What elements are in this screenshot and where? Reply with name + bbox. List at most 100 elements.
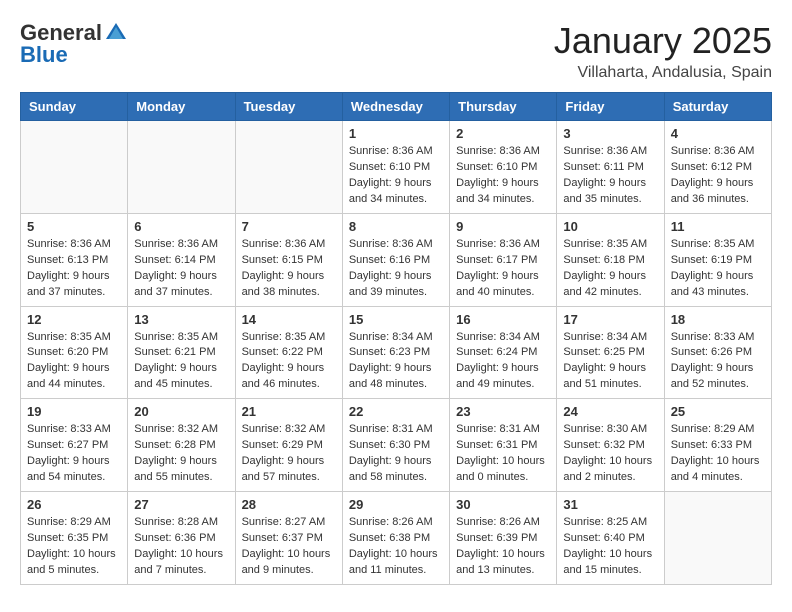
day-number: 28 (242, 497, 336, 512)
day-info: Sunrise: 8:28 AM Sunset: 6:36 PM Dayligh… (134, 515, 228, 579)
location: Villaharta, Andalusia, Spain (554, 64, 772, 82)
day-number: 11 (671, 219, 765, 234)
day-info: Sunrise: 8:30 AM Sunset: 6:32 PM Dayligh… (563, 422, 657, 486)
day-number: 22 (349, 404, 443, 419)
logo-icon (104, 21, 128, 45)
logo-blue-text: Blue (20, 42, 68, 68)
day-info: Sunrise: 8:36 AM Sunset: 6:10 PM Dayligh… (349, 144, 443, 208)
day-info: Sunrise: 8:33 AM Sunset: 6:27 PM Dayligh… (27, 422, 121, 486)
calendar-cell: 21 Sunrise: 8:32 AM Sunset: 6:29 PM Dayli… (235, 399, 342, 492)
calendar-cell: 24 Sunrise: 8:30 AM Sunset: 6:32 PM Dayli… (557, 399, 664, 492)
page-header: General Blue January 2025 Villaharta, An… (20, 20, 772, 82)
calendar-cell: 29Sunrise: 8:26 AM Sunset: 6:38 PM Dayli… (342, 492, 449, 585)
calendar-header-friday: Friday (557, 93, 664, 121)
calendar-cell: 9 Sunrise: 8:36 AM Sunset: 6:17 PM Daylig… (450, 213, 557, 306)
day-info: Sunrise: 8:29 AM Sunset: 6:33 PM Dayligh… (671, 422, 765, 486)
calendar-cell: 12 Sunrise: 8:35 AM Sunset: 6:20 PM Dayli… (21, 306, 128, 399)
day-info: Sunrise: 8:35 AM Sunset: 6:20 PM Dayligh… (27, 330, 121, 394)
day-info: Sunrise: 8:34 AM Sunset: 6:24 PM Dayligh… (456, 330, 550, 394)
day-info: Sunrise: 8:31 AM Sunset: 6:30 PM Dayligh… (349, 422, 443, 486)
calendar-cell: 14 Sunrise: 8:35 AM Sunset: 6:22 PM Dayli… (235, 306, 342, 399)
calendar-cell: 5 Sunrise: 8:36 AM Sunset: 6:13 PM Daylig… (21, 213, 128, 306)
day-info: Sunrise: 8:35 AM Sunset: 6:22 PM Dayligh… (242, 330, 336, 394)
day-info: Sunrise: 8:26 AM Sunset: 6:39 PM Dayligh… (456, 515, 550, 579)
day-number: 21 (242, 404, 336, 419)
day-info: Sunrise: 8:36 AM Sunset: 6:16 PM Dayligh… (349, 237, 443, 301)
day-number: 23 (456, 404, 550, 419)
calendar-cell: 18Sunrise: 8:33 AM Sunset: 6:26 PM Dayli… (664, 306, 771, 399)
day-number: 18 (671, 312, 765, 327)
day-number: 20 (134, 404, 228, 419)
calendar-cell: 6 Sunrise: 8:36 AM Sunset: 6:14 PM Daylig… (128, 213, 235, 306)
day-number: 19 (27, 404, 121, 419)
calendar-cell: 31Sunrise: 8:25 AM Sunset: 6:40 PM Dayli… (557, 492, 664, 585)
day-info: Sunrise: 8:27 AM Sunset: 6:37 PM Dayligh… (242, 515, 336, 579)
day-info: Sunrise: 8:35 AM Sunset: 6:19 PM Dayligh… (671, 237, 765, 301)
calendar-cell: 10 Sunrise: 8:35 AM Sunset: 6:18 PM Dayli… (557, 213, 664, 306)
day-info: Sunrise: 8:36 AM Sunset: 6:10 PM Dayligh… (456, 144, 550, 208)
week-row-1: 1 Sunrise: 8:36 AM Sunset: 6:10 PM Daylig… (21, 121, 772, 214)
day-number: 15 (349, 312, 443, 327)
calendar-cell: 2 Sunrise: 8:36 AM Sunset: 6:10 PM Daylig… (450, 121, 557, 214)
calendar-cell (235, 121, 342, 214)
calendar-cell: 7 Sunrise: 8:36 AM Sunset: 6:15 PM Daylig… (235, 213, 342, 306)
calendar-cell: 30 Sunrise: 8:26 AM Sunset: 6:39 PM Dayli… (450, 492, 557, 585)
calendar-cell: 11 Sunrise: 8:35 AM Sunset: 6:19 PM Dayli… (664, 213, 771, 306)
calendar-header-saturday: Saturday (664, 93, 771, 121)
day-number: 30 (456, 497, 550, 512)
day-number: 5 (27, 219, 121, 234)
day-info: Sunrise: 8:36 AM Sunset: 6:12 PM Dayligh… (671, 144, 765, 208)
calendar-cell: 20 Sunrise: 8:32 AM Sunset: 6:28 PM Dayli… (128, 399, 235, 492)
calendar-header-wednesday: Wednesday (342, 93, 449, 121)
calendar-cell (128, 121, 235, 214)
day-number: 10 (563, 219, 657, 234)
calendar-header-monday: Monday (128, 93, 235, 121)
day-info: Sunrise: 8:31 AM Sunset: 6:31 PM Dayligh… (456, 422, 550, 486)
day-number: 4 (671, 126, 765, 141)
calendar-cell (664, 492, 771, 585)
calendar-cell: 3 Sunrise: 8:36 AM Sunset: 6:11 PM Daylig… (557, 121, 664, 214)
calendar-cell: 23 Sunrise: 8:31 AM Sunset: 6:31 PM Dayli… (450, 399, 557, 492)
calendar-header-row: SundayMondayTuesdayWednesdayThursdayFrid… (21, 93, 772, 121)
day-number: 14 (242, 312, 336, 327)
calendar-cell: 16Sunrise: 8:34 AM Sunset: 6:24 PM Dayli… (450, 306, 557, 399)
day-number: 6 (134, 219, 228, 234)
day-info: Sunrise: 8:36 AM Sunset: 6:13 PM Dayligh… (27, 237, 121, 301)
calendar-cell: 22 Sunrise: 8:31 AM Sunset: 6:30 PM Dayli… (342, 399, 449, 492)
calendar-cell: 8 Sunrise: 8:36 AM Sunset: 6:16 PM Daylig… (342, 213, 449, 306)
day-info: Sunrise: 8:36 AM Sunset: 6:17 PM Dayligh… (456, 237, 550, 301)
calendar-cell (21, 121, 128, 214)
day-number: 25 (671, 404, 765, 419)
day-number: 13 (134, 312, 228, 327)
day-number: 1 (349, 126, 443, 141)
day-number: 12 (27, 312, 121, 327)
week-row-5: 26Sunrise: 8:29 AM Sunset: 6:35 PM Dayli… (21, 492, 772, 585)
day-number: 8 (349, 219, 443, 234)
calendar-cell: 28 Sunrise: 8:27 AM Sunset: 6:37 PM Dayli… (235, 492, 342, 585)
day-info: Sunrise: 8:34 AM Sunset: 6:23 PM Dayligh… (349, 330, 443, 394)
day-number: 7 (242, 219, 336, 234)
calendar-cell: 26Sunrise: 8:29 AM Sunset: 6:35 PM Dayli… (21, 492, 128, 585)
day-info: Sunrise: 8:36 AM Sunset: 6:11 PM Dayligh… (563, 144, 657, 208)
day-info: Sunrise: 8:36 AM Sunset: 6:14 PM Dayligh… (134, 237, 228, 301)
logo: General Blue (20, 20, 128, 68)
day-number: 3 (563, 126, 657, 141)
day-number: 2 (456, 126, 550, 141)
day-number: 17 (563, 312, 657, 327)
day-info: Sunrise: 8:36 AM Sunset: 6:15 PM Dayligh… (242, 237, 336, 301)
day-info: Sunrise: 8:35 AM Sunset: 6:21 PM Dayligh… (134, 330, 228, 394)
week-row-3: 12 Sunrise: 8:35 AM Sunset: 6:20 PM Dayli… (21, 306, 772, 399)
day-info: Sunrise: 8:29 AM Sunset: 6:35 PM Dayligh… (27, 515, 121, 579)
day-info: Sunrise: 8:32 AM Sunset: 6:28 PM Dayligh… (134, 422, 228, 486)
calendar-cell: 13 Sunrise: 8:35 AM Sunset: 6:21 PM Dayli… (128, 306, 235, 399)
day-info: Sunrise: 8:34 AM Sunset: 6:25 PM Dayligh… (563, 330, 657, 394)
calendar-cell: 27Sunrise: 8:28 AM Sunset: 6:36 PM Dayli… (128, 492, 235, 585)
title-section: January 2025 Villaharta, Andalusia, Spai… (554, 20, 772, 82)
day-number: 24 (563, 404, 657, 419)
calendar-cell: 15 Sunrise: 8:34 AM Sunset: 6:23 PM Dayli… (342, 306, 449, 399)
day-number: 9 (456, 219, 550, 234)
day-info: Sunrise: 8:35 AM Sunset: 6:18 PM Dayligh… (563, 237, 657, 301)
calendar-header-tuesday: Tuesday (235, 93, 342, 121)
day-info: Sunrise: 8:32 AM Sunset: 6:29 PM Dayligh… (242, 422, 336, 486)
day-number: 31 (563, 497, 657, 512)
